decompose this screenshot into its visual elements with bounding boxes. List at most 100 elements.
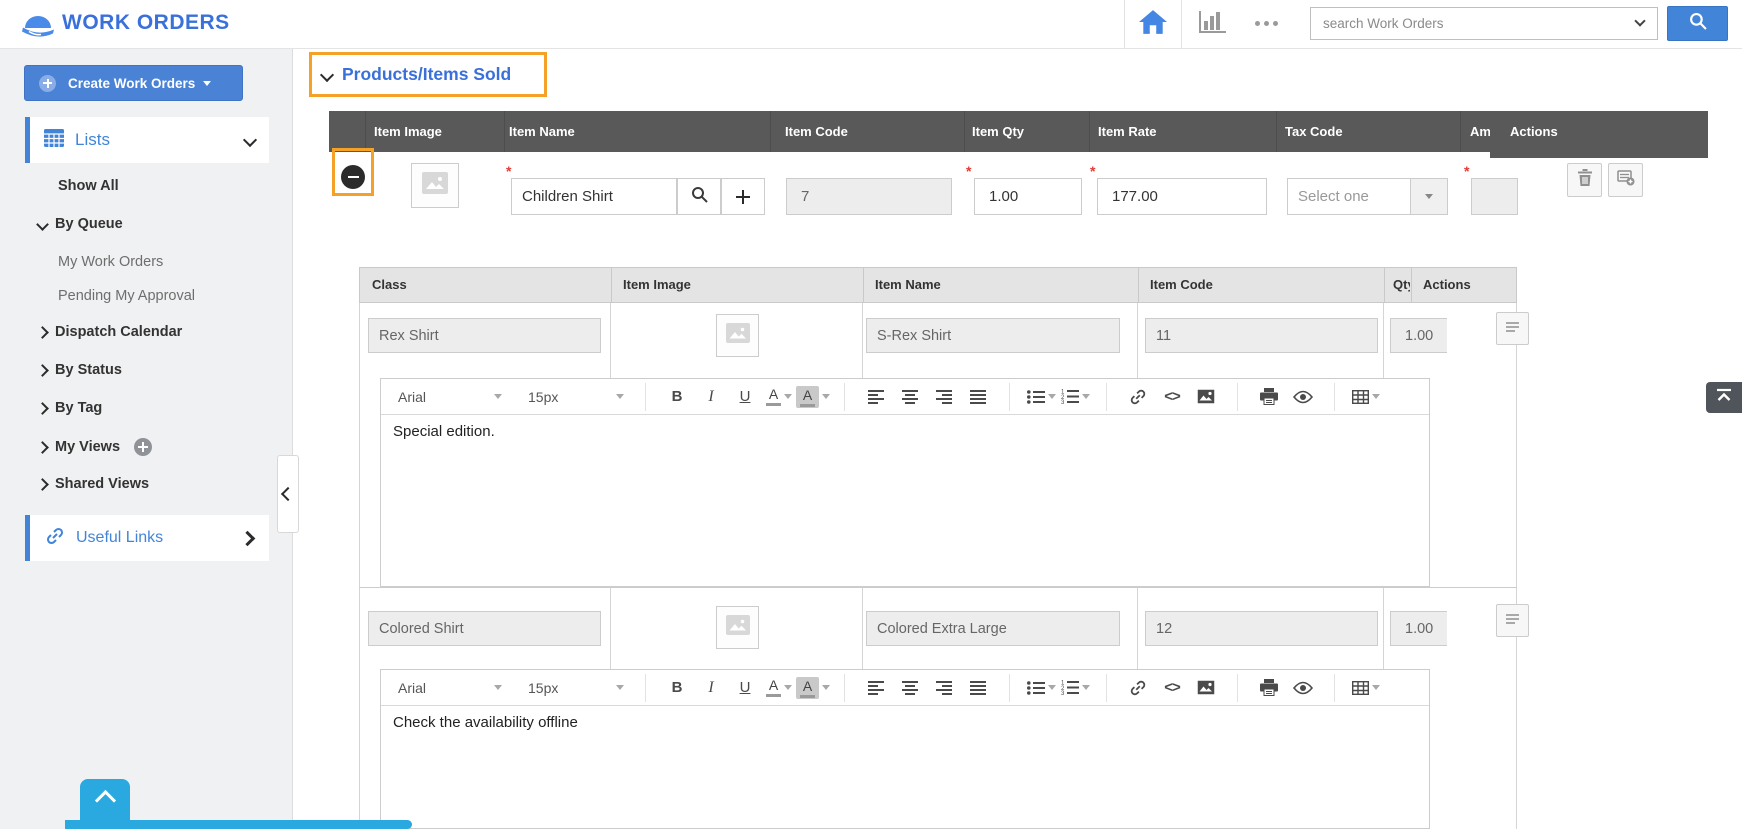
- bullet-list-button[interactable]: [1024, 674, 1058, 702]
- required-marker: *: [1464, 163, 1470, 179]
- insert-table-button[interactable]: [1349, 383, 1383, 411]
- print-button[interactable]: [1252, 674, 1286, 702]
- more-menu-icon[interactable]: [1255, 21, 1278, 26]
- tax-code-selected: Select one: [1298, 188, 1369, 205]
- underline-button[interactable]: U: [728, 383, 762, 411]
- sidebar-item-pending-my-approval[interactable]: Pending My Approval: [58, 288, 195, 304]
- item-image-placeholder[interactable]: [716, 314, 759, 357]
- italic-button[interactable]: I: [694, 383, 728, 411]
- section-title[interactable]: Products/Items Sold: [342, 64, 511, 85]
- row-actions-button[interactable]: [1496, 604, 1529, 637]
- grid-icon: [44, 128, 64, 152]
- add-view-icon[interactable]: [134, 438, 153, 456]
- item-search-button[interactable]: [677, 178, 721, 215]
- page-title: WORK ORDERS: [62, 11, 230, 34]
- align-left-button[interactable]: [859, 674, 893, 702]
- align-left-button[interactable]: [859, 383, 893, 411]
- lists-label: Lists: [75, 130, 110, 149]
- col-item-qty: Item Qty: [972, 124, 1025, 139]
- col-tax-code: Tax Code: [1285, 124, 1343, 139]
- chevron-right-icon: [36, 477, 49, 491]
- highlight-color-button[interactable]: A: [796, 674, 830, 702]
- code-view-button[interactable]: <>: [1155, 383, 1189, 411]
- col-item-image: Item Image: [374, 124, 442, 139]
- justify-button[interactable]: [961, 383, 995, 411]
- align-center-button[interactable]: [893, 674, 927, 702]
- sidebar-item-by-tag[interactable]: By Tag: [36, 400, 102, 416]
- align-right-button[interactable]: [927, 383, 961, 411]
- align-right-button[interactable]: [927, 674, 961, 702]
- align-center-button[interactable]: [893, 383, 927, 411]
- bottom-bar: [65, 820, 412, 829]
- col-item-rate: Item Rate: [1098, 124, 1157, 139]
- item-name-input[interactable]: [511, 178, 677, 215]
- qty-cell: [1390, 611, 1447, 646]
- list-icon: [1506, 612, 1519, 630]
- analytics-button[interactable]: [1196, 10, 1230, 38]
- sidebar-item-lists[interactable]: Lists: [25, 117, 269, 163]
- description-editor: Arial 15px B I U A A 123 <> Special edit…: [380, 378, 1430, 587]
- class-input: [368, 318, 601, 353]
- item-rate-input[interactable]: [1097, 178, 1267, 215]
- section-collapse-icon[interactable]: [319, 67, 335, 82]
- items-table-actions-header: Actions: [1490, 111, 1708, 158]
- sidebar-item-shared-views[interactable]: Shared Views: [36, 476, 149, 492]
- highlight-color-button[interactable]: A: [796, 383, 830, 411]
- insert-link-button[interactable]: [1121, 383, 1155, 411]
- home-button[interactable]: [1124, 0, 1182, 48]
- print-button[interactable]: [1252, 383, 1286, 411]
- numbered-list-button[interactable]: 123: [1058, 383, 1092, 411]
- italic-button[interactable]: I: [694, 674, 728, 702]
- item-add-button[interactable]: [721, 178, 765, 215]
- col-actions: Actions: [1510, 124, 1558, 139]
- search-button[interactable]: [1667, 6, 1728, 41]
- preview-button[interactable]: [1286, 383, 1320, 411]
- editor-content[interactable]: Check the availability offline: [381, 706, 1429, 832]
- insert-link-button[interactable]: [1121, 674, 1155, 702]
- bold-button[interactable]: B: [660, 383, 694, 411]
- sidebar-item-useful-links[interactable]: Useful Links: [25, 515, 269, 561]
- bold-button[interactable]: B: [660, 674, 694, 702]
- plus-icon: [736, 189, 750, 204]
- sidebar-item-show-all[interactable]: Show All: [58, 178, 119, 194]
- editor-content[interactable]: Special edition.: [381, 415, 1429, 589]
- insert-table-button[interactable]: [1349, 674, 1383, 702]
- item-image-placeholder[interactable]: [411, 163, 459, 208]
- sidebar-item-dispatch-calendar[interactable]: Dispatch Calendar: [36, 324, 182, 340]
- sidebar-item-my-work-orders[interactable]: My Work Orders: [58, 254, 163, 270]
- home-icon: [1139, 9, 1167, 40]
- underline-button[interactable]: U: [728, 674, 762, 702]
- required-marker: *: [1090, 163, 1096, 179]
- sidebar-item-by-queue[interactable]: By Queue: [36, 216, 123, 232]
- create-work-orders-button[interactable]: Create Work Orders: [24, 65, 243, 101]
- justify-button[interactable]: [961, 674, 995, 702]
- code-view-button[interactable]: <>: [1155, 674, 1189, 702]
- item-qty-input[interactable]: [974, 178, 1082, 215]
- delete-row-button[interactable]: [1567, 163, 1602, 197]
- font-size-select[interactable]: 15px: [521, 674, 631, 702]
- add-subrow-button[interactable]: [1608, 163, 1643, 197]
- sidebar-item-by-status[interactable]: By Status: [36, 362, 122, 378]
- text-color-button[interactable]: A: [762, 674, 796, 702]
- sidebar-item-my-views[interactable]: My Views: [36, 438, 153, 456]
- text-color-button[interactable]: A: [762, 383, 796, 411]
- chevron-right-icon: [36, 440, 49, 454]
- scroll-top-tab[interactable]: [80, 779, 130, 822]
- font-size-select[interactable]: 15px: [521, 383, 631, 411]
- preview-button[interactable]: [1286, 674, 1320, 702]
- insert-image-button[interactable]: [1189, 674, 1223, 702]
- numbered-list-button[interactable]: 123: [1058, 674, 1092, 702]
- font-family-select[interactable]: Arial: [391, 674, 509, 702]
- item-image-placeholder[interactable]: [716, 606, 759, 649]
- insert-image-button[interactable]: [1189, 383, 1223, 411]
- qty-cell: [1390, 318, 1447, 353]
- tax-code-select[interactable]: Select one: [1287, 178, 1448, 215]
- bullet-list-button[interactable]: [1024, 383, 1058, 411]
- svg-text:3: 3: [1061, 400, 1065, 404]
- global-search-input[interactable]: [1310, 7, 1658, 40]
- font-family-select[interactable]: Arial: [391, 383, 509, 411]
- row-actions-button[interactable]: [1496, 312, 1529, 345]
- scroll-up-button[interactable]: [1706, 382, 1742, 413]
- sidebar-collapse-handle[interactable]: [277, 455, 299, 533]
- class-table-right-border: [1516, 267, 1517, 829]
